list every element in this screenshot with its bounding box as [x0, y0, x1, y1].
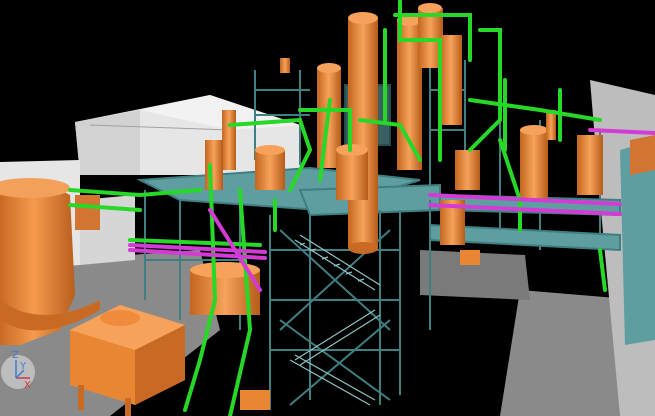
plant-model-scene[interactable]: Z Y X [0, 0, 655, 416]
y-axis-label: Y [19, 361, 27, 372]
3d-model-viewport[interactable]: Z Y X [0, 0, 655, 416]
z-axis-label: Z [12, 350, 19, 361]
stair-tower [289, 234, 381, 406]
building-right [620, 135, 655, 345]
x-axis-label: X [24, 380, 31, 391]
